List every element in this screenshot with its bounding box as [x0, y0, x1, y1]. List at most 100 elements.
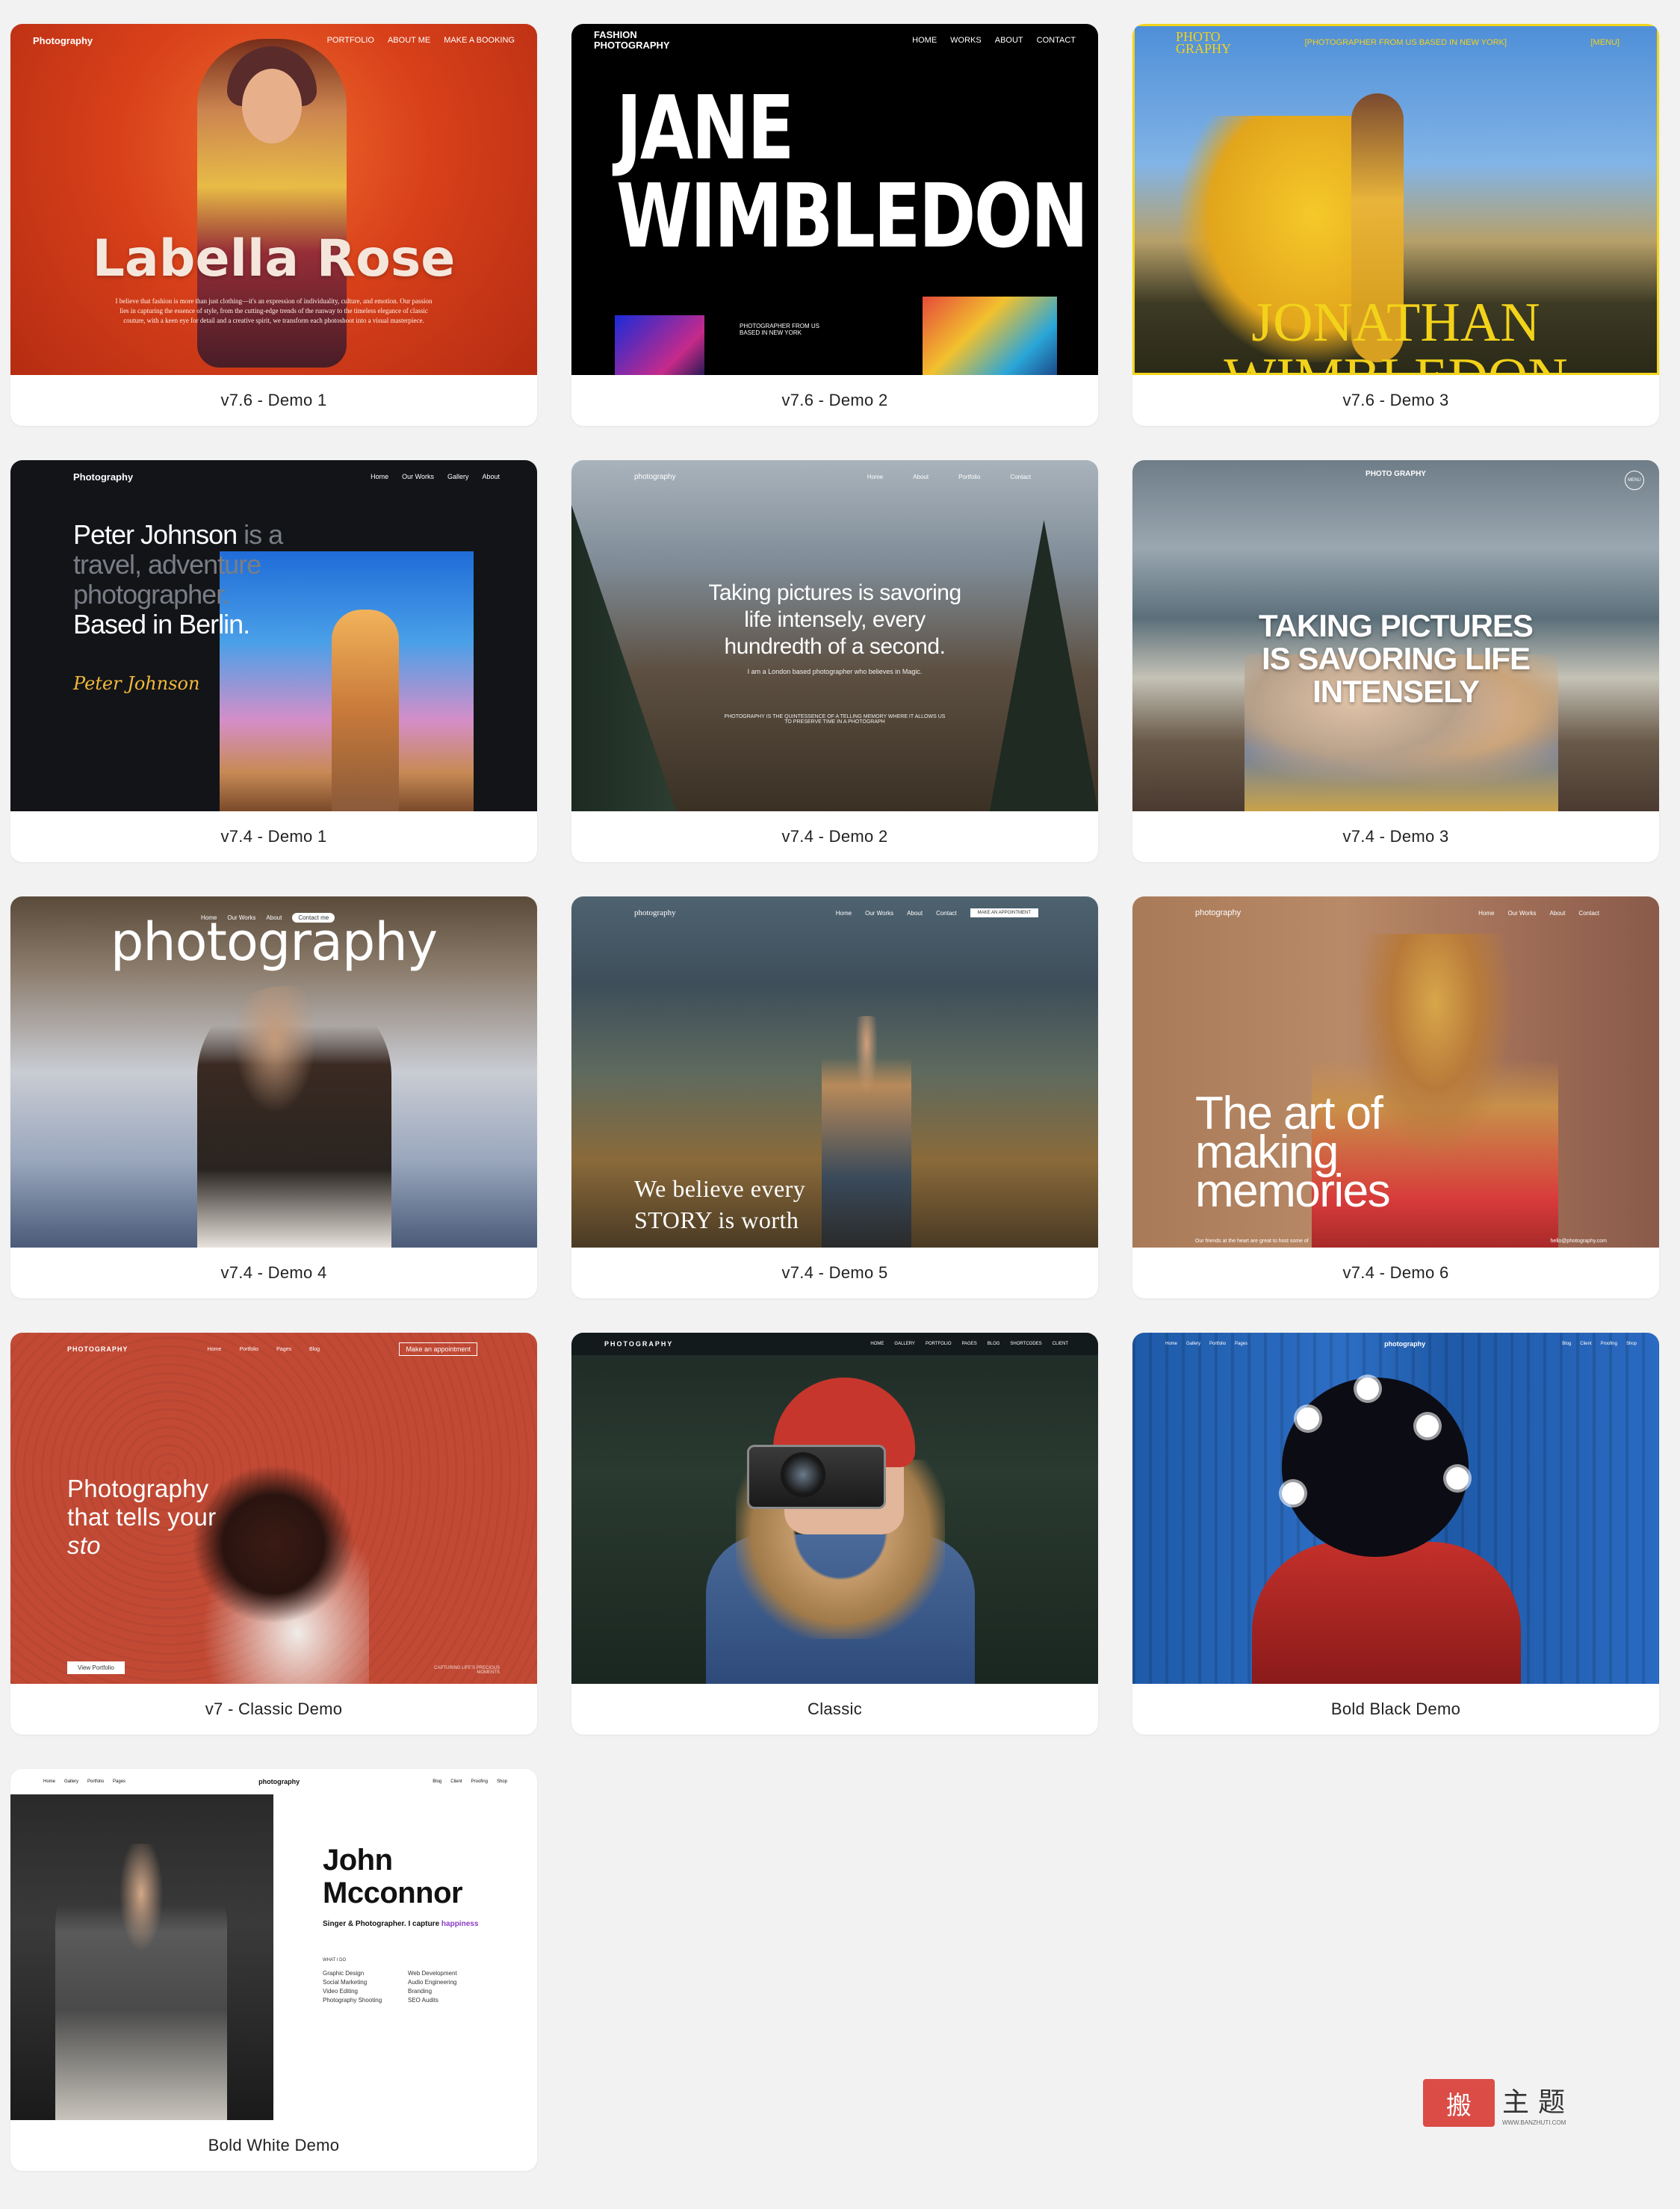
thumb-nav-link: HOME	[870, 1342, 884, 1346]
hero-name-line: John	[323, 1844, 393, 1877]
thumb-nav-link: Contact	[1578, 909, 1599, 917]
demo-thumbnail[interactable]: photography Home Our Works About Contact…	[571, 896, 1098, 1248]
demo-thumbnail[interactable]: Home Our Works About Contact me photogra…	[10, 896, 537, 1248]
service-item: Graphic Design	[323, 1970, 365, 1977]
couple-photo	[197, 986, 391, 1248]
hero-tagline: Singer & Photographer. I capture happine…	[323, 1920, 478, 1928]
thumb-nav-link: Our Works	[1507, 909, 1537, 917]
demo-card-bold-white[interactable]: Home Gallery Portfolio Pages photography…	[10, 1769, 537, 2171]
demo-caption[interactable]: v7.4 - Demo 3	[1132, 811, 1659, 862]
thumb-nav-link: Home	[1478, 909, 1495, 917]
demo-thumbnail[interactable]: photography Home Our Works About Contact…	[1132, 896, 1659, 1248]
thumb-nav-link: Pages	[1235, 1342, 1248, 1346]
hero-title-line: life intensely, every	[744, 607, 926, 632]
demo-thumbnail[interactable]: FASHION PHOTOGRAPHY HOME WORKS ABOUT CON…	[571, 24, 1098, 375]
service-item: Social Marketing	[323, 1979, 368, 1986]
thumb-nav-link: Home	[867, 473, 884, 480]
demo-card-classic[interactable]: PHOTOGRAPHY HOME GALLERY PORTFOLIO PAGES…	[571, 1333, 1098, 1735]
hero-title-line: WIMBLEDON	[1135, 350, 1657, 373]
demo-caption[interactable]: Bold Black Demo	[1132, 1684, 1659, 1735]
demo-grid: Photography PORTFOLIO ABOUT ME MAKE A BO…	[10, 24, 1659, 2171]
pine-tree	[990, 520, 1098, 811]
hero-title: Photography that tells your sto	[67, 1475, 216, 1560]
thumb-nav-link: WORKS	[950, 36, 982, 45]
thumb-nav-link: HOME	[912, 36, 937, 45]
hero-title-line: Taking pictures is savoring	[708, 580, 961, 605]
photo-tile	[615, 315, 704, 375]
thumb-nav-link: About	[1549, 909, 1566, 917]
watermark: 搬 主题 WWW.BANZHUTI.COM	[1423, 2077, 1595, 2129]
demo-thumbnail[interactable]: Photography Home Our Works Gallery About…	[10, 460, 537, 811]
thumb-nav: PHOTOGRAPHY Home Portfolio Pages Blog Ma…	[10, 1333, 537, 1366]
demo-card-v74-demo5[interactable]: photography Home Our Works About Contact…	[571, 896, 1098, 1298]
hero-text: Based in Berlin.	[73, 609, 250, 639]
demo-card-bold-black[interactable]: Home Gallery Portfolio Pages photography…	[1132, 1333, 1659, 1735]
demo-caption[interactable]: v7.4 - Demo 1	[10, 811, 537, 862]
thumb-nav-link: PAGES	[961, 1342, 977, 1346]
demo-card-v74-demo4[interactable]: Home Our Works About Contact me photogra…	[10, 896, 537, 1298]
thumb-nav-link: Client	[1580, 1342, 1592, 1346]
flower-icon	[1446, 1467, 1469, 1490]
demo-card-v74-demo2[interactable]: photography Home About Portfolio Contact…	[571, 460, 1098, 862]
hero-title: TAKING PICTURES IS SAVORING LIFE INTENSE…	[1132, 610, 1659, 708]
demo-caption[interactable]: v7.4 - Demo 4	[10, 1248, 537, 1298]
hero-sub: I am a London based photographer who bel…	[747, 668, 923, 675]
thumb-menu: [MENU]	[1590, 38, 1619, 47]
demo-caption[interactable]: v7.6 - Demo 2	[571, 375, 1098, 426]
thumb-logo: photography	[634, 908, 676, 917]
service-item: Video Editing	[323, 1988, 358, 1995]
demo-caption[interactable]: v7.6 - Demo 3	[1132, 375, 1659, 426]
thumb-nav-link: Home	[43, 1779, 56, 1784]
demo-card-v7-classic[interactable]: PHOTOGRAPHY Home Portfolio Pages Blog Ma…	[10, 1333, 537, 1735]
flower-icon	[1416, 1415, 1439, 1437]
demo-caption[interactable]: v7.4 - Demo 5	[571, 1248, 1098, 1298]
demo-caption[interactable]: Classic	[571, 1684, 1098, 1735]
thumb-logo: FASHION PHOTOGRAPHY	[594, 29, 670, 51]
services-right: Web Development Audio Engineering Brandi…	[408, 1969, 457, 2005]
hero-title: JANE WIMBLEDON	[616, 84, 1088, 260]
demo-thumbnail[interactable]: PHOTO GRAPHY MENU TAKING PICTURES IS SAV…	[1132, 460, 1659, 811]
demo-card-v76-demo2[interactable]: FASHION PHOTOGRAPHY HOME WORKS ABOUT CON…	[571, 24, 1098, 426]
thumb-nav-link: Contact	[936, 909, 957, 917]
hero-footer: Our friends at the heart are great to ho…	[1195, 1239, 1309, 1244]
thumb-nav-center: [PHOTOGRAPHER FROM US BASED IN NEW YORK]	[1304, 38, 1507, 47]
tagline-accent: happiness	[441, 1920, 479, 1928]
demo-card-v74-demo1[interactable]: Photography Home Our Works Gallery About…	[10, 460, 537, 862]
services-label: WHAT I DO	[323, 1958, 347, 1962]
service-item: Photography Shooting	[323, 1997, 382, 2004]
thumb-nav-link: MAKE A BOOKING	[444, 36, 515, 45]
thumb-nav: Home Gallery Portfolio Pages photography…	[1132, 1333, 1659, 1355]
hero-title: Labella Rose	[92, 229, 456, 288]
thumb-logo: photography	[1384, 1340, 1426, 1348]
hero-quote-line: STORY is worth	[634, 1206, 799, 1233]
thumb-nav-link: About	[482, 473, 500, 480]
demo-caption[interactable]: v7.4 - Demo 6	[1132, 1248, 1659, 1298]
demo-thumbnail[interactable]: PHOTO GRAPHY [PHOTOGRAPHER FROM US BASED…	[1132, 24, 1659, 375]
thumb-nav-link: About	[913, 473, 929, 480]
demo-caption[interactable]: v7 - Classic Demo	[10, 1684, 537, 1735]
demo-caption[interactable]: Bold White Demo	[10, 2120, 537, 2171]
demo-thumbnail[interactable]: Photography PORTFOLIO ABOUT ME MAKE A BO…	[10, 24, 537, 375]
hero-small: PHOTOGRAPHER FROM US BASED IN NEW YORK	[740, 323, 819, 336]
demo-caption[interactable]: v7.4 - Demo 2	[571, 811, 1098, 862]
demo-card-v74-demo6[interactable]: photography Home Our Works About Contact…	[1132, 896, 1659, 1298]
demo-card-v74-demo3[interactable]: PHOTO GRAPHY MENU TAKING PICTURES IS SAV…	[1132, 460, 1659, 862]
demo-thumbnail[interactable]: PHOTOGRAPHY Home Portfolio Pages Blog Ma…	[10, 1333, 537, 1684]
demo-thumbnail[interactable]: Home Gallery Portfolio Pages photography…	[1132, 1333, 1659, 1684]
thumb-nav: photography Home About Portfolio Contact	[571, 460, 1098, 493]
thumb-logo: PHOTOGRAPHY	[604, 1340, 674, 1348]
thumb-nav: Photography Home Our Works Gallery About	[10, 460, 537, 493]
demo-thumbnail[interactable]: Home Gallery Portfolio Pages photography…	[10, 1769, 537, 2120]
photographer-figure	[55, 1844, 227, 2120]
thumb-nav-link: Home	[371, 473, 389, 480]
thumb-nav-link: Contact	[1010, 473, 1031, 480]
thumb-nav: Home Gallery Portfolio Pages photography…	[10, 1769, 537, 1794]
red-kimono	[1252, 1542, 1521, 1684]
demo-thumbnail[interactable]: PHOTOGRAPHY HOME GALLERY PORTFOLIO PAGES…	[571, 1333, 1098, 1684]
hero-small: PHOTOGRAPHY IS THE QUINTESSENCE OF A TEL…	[724, 714, 946, 725]
watermark-seal: 搬	[1423, 2079, 1495, 2127]
demo-card-v76-demo1[interactable]: Photography PORTFOLIO ABOUT ME MAKE A BO…	[10, 24, 537, 426]
demo-caption[interactable]: v7.6 - Demo 1	[10, 375, 537, 426]
demo-thumbnail[interactable]: photography Home About Portfolio Contact…	[571, 460, 1098, 811]
demo-card-v76-demo3[interactable]: PHOTO GRAPHY [PHOTOGRAPHER FROM US BASED…	[1132, 24, 1659, 426]
